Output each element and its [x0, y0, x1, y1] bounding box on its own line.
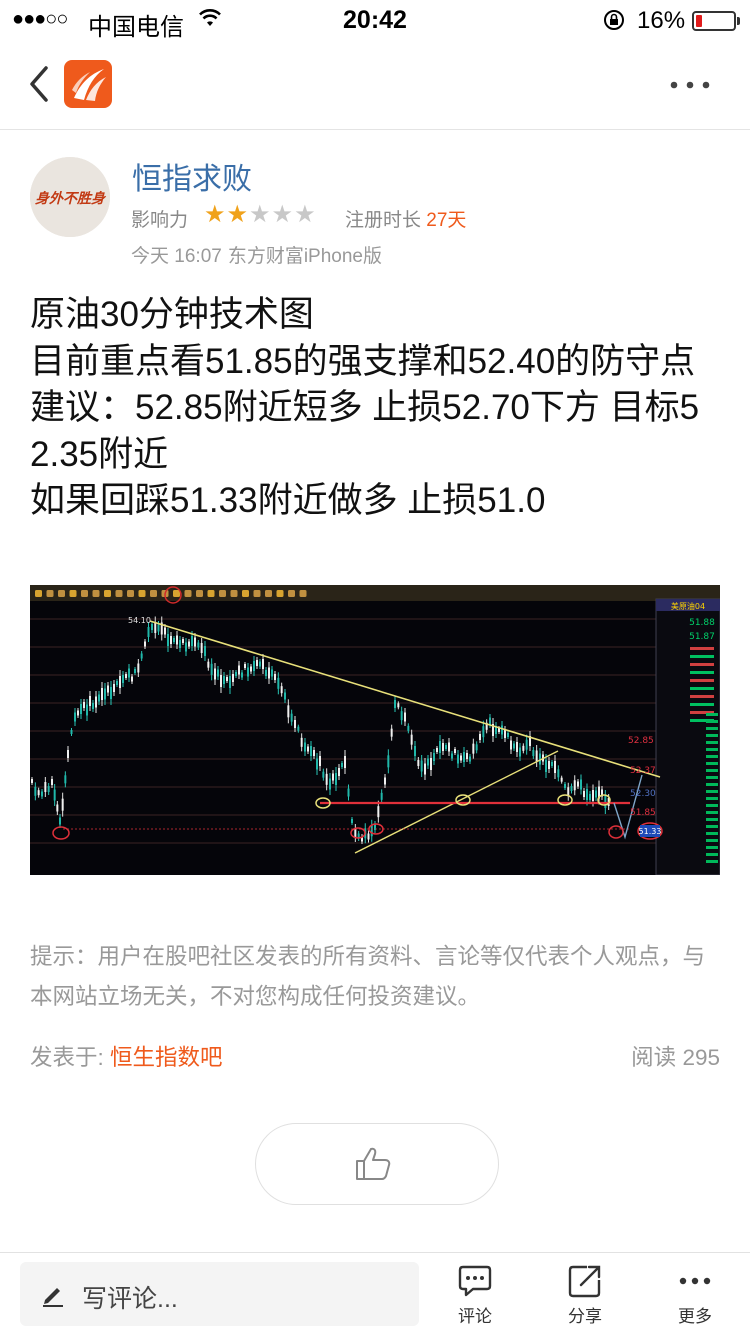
chart-high-label: 54.10	[128, 616, 151, 625]
quote-sell-price: 51.88	[689, 618, 715, 628]
star-empty-icon: ★★★	[249, 201, 317, 228]
post-line: 原油30分钟技术图	[30, 295, 314, 334]
chart-toolbar-button	[81, 590, 88, 597]
chart-toolbar-button	[138, 590, 146, 597]
navigation-bar	[0, 40, 750, 130]
post-line: 如果回踩51.33附近做多 止损51.0	[30, 481, 546, 520]
share-icon	[568, 1265, 601, 1298]
status-bar: ●●●○○ 中国电信 20:42 16%	[0, 0, 750, 41]
like-button[interactable]	[255, 1123, 499, 1205]
chart-label-52-85: 52.85	[628, 736, 654, 746]
registration-value: 27天	[426, 210, 467, 231]
chart-toolbar-button	[207, 590, 215, 597]
influence-label: 影响力	[131, 210, 189, 231]
chart-toolbar-button	[276, 590, 284, 597]
registration-duration: 注册时长 27天	[345, 205, 466, 232]
chart-toolbar-button	[184, 590, 192, 597]
share-button[interactable]: 分享	[545, 1263, 625, 1329]
chart-label-51-85: 51.85	[630, 808, 656, 818]
battery-tip	[737, 17, 740, 25]
comment-bubble-icon	[458, 1265, 492, 1297]
rotation-lock-icon	[604, 10, 624, 30]
author-name[interactable]: 恒指求败	[132, 154, 252, 198]
chart-toolbar-button	[253, 590, 261, 597]
quote-panel-title: 美原油04	[671, 601, 705, 611]
post-time: 今天 16:07	[131, 246, 222, 267]
read-count-label: 阅读	[631, 1045, 677, 1070]
comment-button[interactable]: 评论	[435, 1263, 515, 1329]
comment-placeholder: 写评论...	[82, 1285, 178, 1313]
post-chart-image[interactable]: 美原油04 51.88 51.87 54.10 52.85 52.37 52.3…	[30, 585, 720, 875]
chart-toolbar-button	[196, 590, 203, 597]
thumbs-up-icon	[356, 1147, 391, 1180]
chart-label-51-33: 51.33	[639, 827, 662, 836]
influence-rating: ★★★★★	[204, 200, 317, 229]
chart-label-52-37: 52.37	[630, 766, 656, 776]
star-filled-icon: ★★	[204, 201, 250, 228]
share-label: 分享	[568, 1307, 602, 1326]
resistance-trendline	[149, 620, 661, 778]
chart-toolbar-button	[242, 590, 249, 597]
chart-toolbar-button	[127, 590, 134, 597]
app-logo-icon[interactable]	[64, 60, 112, 108]
chart-toolbar-button	[46, 590, 54, 597]
bottom-toolbar: 写评论... 评论 分享 更多	[0, 1252, 750, 1334]
battery-percent: 16%	[637, 7, 686, 34]
chart-toolbar-button	[265, 590, 272, 597]
post-line: 建议：52.85附近短多 止损52.70下方 目标52.35附近	[30, 388, 700, 474]
quote-buy-price: 51.87	[689, 632, 715, 642]
registration-label: 注册时长	[345, 210, 422, 231]
chart-toolbar-button	[69, 590, 77, 597]
post-source: 东方财富iPhone版	[227, 246, 382, 267]
chart-toolbar-button	[173, 590, 180, 597]
chart-toolbar-button	[104, 590, 111, 597]
comment-input[interactable]: 写评论...	[20, 1262, 419, 1326]
ellipsis-icon[interactable]	[668, 70, 712, 100]
more-label: 更多	[678, 1307, 712, 1326]
disclaimer-text: 提示：用户在股吧社区发表的所有资料、言论等仅代表个人观点，与本网站立场无关，不对…	[30, 944, 706, 1009]
ellipsis-icon	[679, 1277, 711, 1285]
chart-toolbar-button	[299, 590, 307, 597]
read-count: 阅读 295	[631, 1040, 720, 1072]
avatar[interactable]: 身外不胜身	[30, 157, 110, 237]
chart-toolbar-button	[35, 590, 42, 597]
read-count-value: 295	[682, 1045, 720, 1070]
chart-toolbar-button	[150, 590, 157, 597]
avatar-text: 身外不胜身	[35, 190, 107, 206]
chart-label-52-30: 52.30	[630, 789, 656, 799]
battery-icon	[692, 11, 736, 31]
battery-level	[696, 15, 702, 27]
chevron-left-icon[interactable]	[24, 62, 54, 106]
post-content: 原油30分钟技术图 目前重点看51.85的强支撑和52.40的防守点 建议：52…	[30, 292, 722, 525]
chart-toolbar-button	[58, 590, 65, 597]
post-line: 目前重点看51.85的强支撑和52.40的防守点	[30, 341, 696, 381]
chart-toolbar-button	[230, 590, 238, 597]
chart-toolbar-button	[219, 590, 226, 597]
posted-in-label: 发表于:	[30, 1045, 104, 1070]
post-meta: 今天 16:07 东方财富iPhone版	[131, 241, 382, 268]
chart-toolbar-button	[115, 590, 123, 597]
chart-toolbar-button	[288, 590, 295, 597]
forum-link[interactable]: 恒生指数吧	[110, 1045, 223, 1070]
more-button[interactable]: 更多	[655, 1263, 735, 1329]
posted-in: 发表于: 恒生指数吧	[30, 1040, 223, 1072]
comment-label: 评论	[458, 1307, 492, 1326]
chart-toolbar-button	[92, 590, 100, 597]
pencil-icon	[43, 1288, 63, 1307]
